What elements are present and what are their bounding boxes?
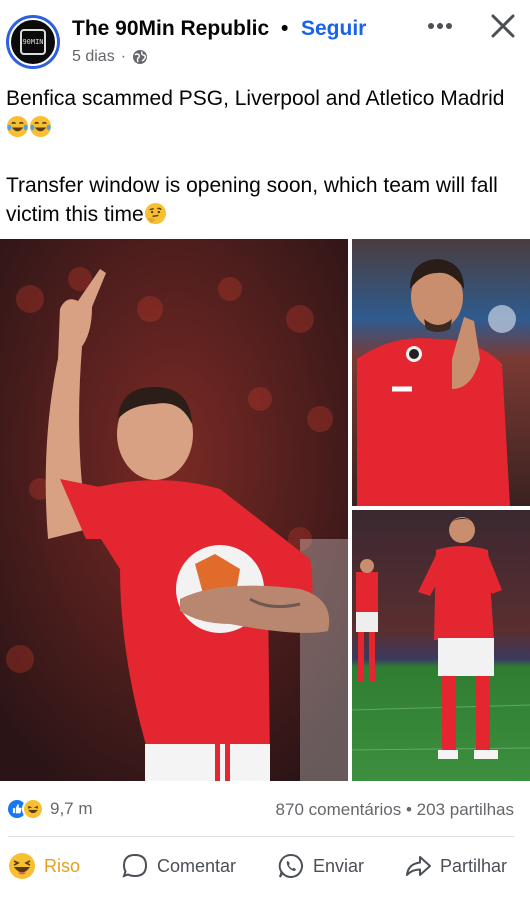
avatar-logo-text: 90MIN <box>22 38 44 46</box>
share-button[interactable]: Partilhar <box>404 852 507 880</box>
photo-grid <box>0 239 530 781</box>
share-label: Partilhar <box>440 855 508 876</box>
post-text: Benfica scammed PSG, Liverpool and Atlet… <box>6 84 521 229</box>
comments-count[interactable]: 870 comentários <box>276 800 402 819</box>
photo-3[interactable] <box>352 510 530 781</box>
close-icon[interactable] <box>489 12 517 40</box>
player-on-pitch-image <box>352 510 530 781</box>
counts-dot: • <box>405 800 412 819</box>
more-options-button[interactable] <box>424 16 456 36</box>
post-meta: 5 dias · <box>72 48 148 66</box>
post-text-line2: Transfer window is opening soon, which t… <box>6 171 521 229</box>
haha-icon <box>9 853 35 879</box>
player-celebrating-with-ball-image <box>0 239 348 781</box>
actions-divider <box>8 836 514 837</box>
comment-button[interactable]: Comentar <box>121 852 236 880</box>
haha-reaction-icon <box>22 798 44 820</box>
post-header: 90MIN The 90Min Republic • Seguir 5 dias… <box>0 0 530 80</box>
tears-of-joy-emoji-icon <box>6 115 29 138</box>
thinking-emoji-icon <box>144 202 166 225</box>
shares-count[interactable]: 203 partilhas <box>417 800 514 819</box>
page-name[interactable]: The 90Min Republic <box>72 17 269 41</box>
comment-icon <box>122 853 148 878</box>
meta-dot: · <box>120 48 127 65</box>
player-praying-hands-image <box>352 239 530 506</box>
tears-of-joy-emoji-icon <box>29 115 52 138</box>
share-arrow-icon <box>406 856 431 876</box>
reaction-count: 9,7 m <box>50 799 93 818</box>
react-label: Riso <box>44 855 81 876</box>
more-dot-icon <box>437 23 443 29</box>
post-time[interactable]: 5 dias <box>72 48 115 66</box>
photo-2[interactable] <box>352 239 530 506</box>
photo-1[interactable] <box>0 239 348 781</box>
more-dot-icon <box>428 23 434 29</box>
reactions-summary[interactable]: 9,7 m <box>6 798 93 820</box>
follow-button[interactable]: Seguir <box>301 17 366 41</box>
avatar-badge: 90MIN <box>20 29 46 55</box>
post-text-line1: Benfica scammed PSG, Liverpool and Atlet… <box>6 84 521 142</box>
avatar-logo: 90MIN <box>9 18 57 66</box>
post-text-line1-content: Benfica scammed PSG, Liverpool and Atlet… <box>6 87 505 110</box>
reaction-stats: 9,7 m 870 comentários • 203 partilhas <box>0 790 530 830</box>
send-label: Enviar <box>313 855 365 876</box>
whatsapp-icon <box>278 853 303 878</box>
comment-label: Comentar <box>157 855 237 876</box>
react-button[interactable]: Riso <box>8 852 80 880</box>
engagement-counts: 870 comentários • 203 partilhas <box>276 800 514 820</box>
send-button[interactable]: Enviar <box>277 852 364 880</box>
globe-icon[interactable] <box>132 49 148 65</box>
name-separator: • <box>281 17 289 40</box>
more-dot-icon <box>446 23 452 29</box>
action-bar: Riso Comentar Enviar Partilhar <box>0 846 530 890</box>
page-avatar[interactable]: 90MIN <box>6 15 60 69</box>
post-text-line2-content: Transfer window is opening soon, which t… <box>6 174 498 226</box>
